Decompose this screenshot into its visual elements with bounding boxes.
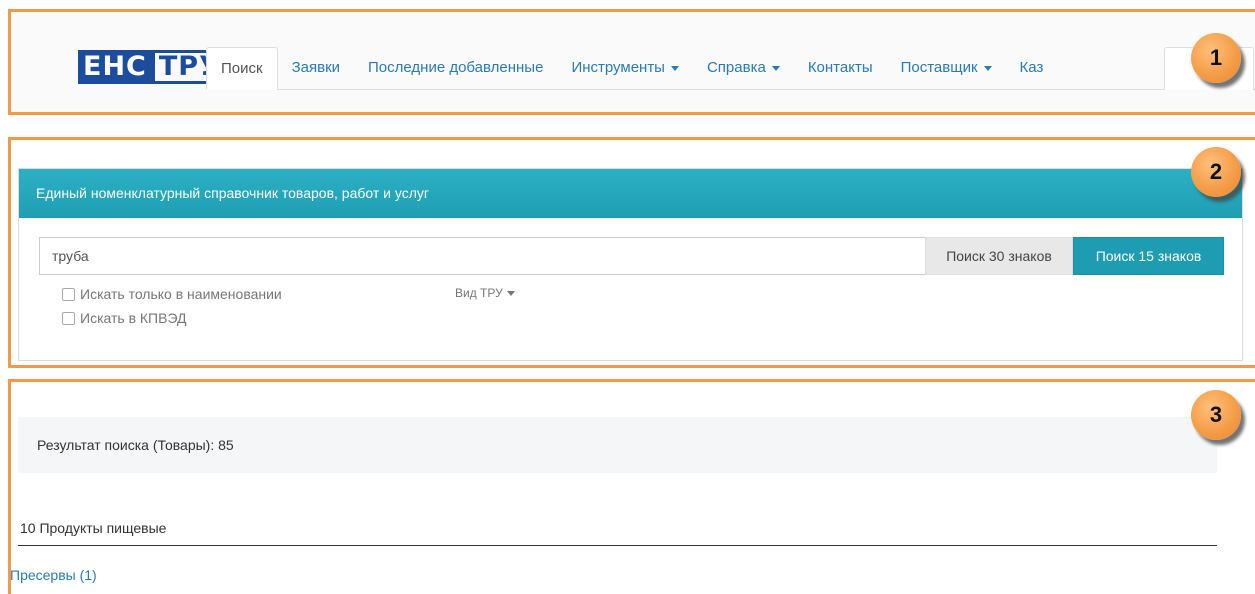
annotation-badge-1: 1: [1191, 33, 1241, 83]
annotation-badge-3: 3: [1191, 390, 1241, 440]
annotation-badge-2: 2: [1191, 147, 1241, 197]
annotation-frame-3: [8, 379, 1255, 594]
annotation-frame-1: [8, 9, 1255, 115]
annotation-frame-2: [8, 137, 1255, 368]
